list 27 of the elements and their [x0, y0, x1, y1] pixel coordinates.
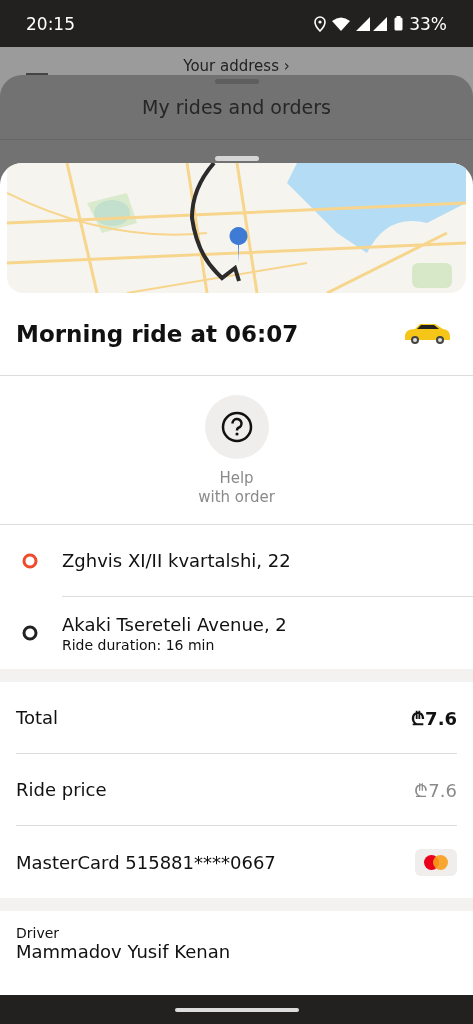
price-amount: ₾7.6: [411, 706, 457, 730]
signal-icon: [356, 16, 389, 31]
destination-marker-icon: [22, 625, 38, 641]
ride-title: Morning ride at 06:07: [16, 321, 299, 347]
driver-caption: Driver: [16, 925, 61, 941]
taxi-car-icon: [403, 323, 451, 345]
card-logo-icon: [415, 848, 457, 876]
price-label: Total: [16, 707, 59, 728]
question-icon: [220, 411, 253, 443]
sheet-handle[interactable]: [214, 156, 259, 161]
sheet-title: My rides and orders: [0, 84, 473, 140]
home-handle[interactable]: [174, 1007, 299, 1012]
battery-level: 33%: [409, 13, 447, 34]
ride-duration: Ride duration: 16 min: [62, 636, 216, 653]
wifi-icon: [332, 16, 351, 31]
help-label: Help with order: [198, 469, 275, 507]
route-address: Akaki Tsereteli Avenue, 2: [62, 613, 288, 635]
price-label: Ride price: [16, 779, 107, 800]
location-icon: [314, 15, 327, 32]
price-amount: ₾7.6: [414, 778, 457, 802]
route-address: Zghvis XI/II kvartalshi, 22: [62, 550, 292, 571]
status-time: 20:15: [26, 13, 75, 34]
card-label: MasterCard 515881****0667: [16, 851, 276, 873]
driver-name: Mammadov Yusif Kenan: [16, 941, 232, 962]
origin-marker-icon: [22, 553, 38, 569]
battery-icon: [394, 16, 404, 31]
address-link[interactable]: Your address ›: [183, 57, 290, 75]
